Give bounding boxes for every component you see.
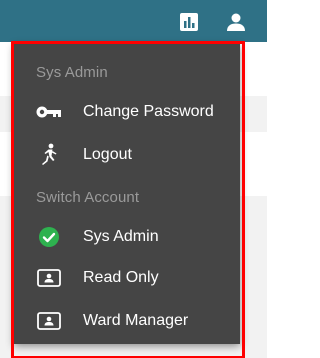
menu-item-label: Ward Manager xyxy=(83,312,189,329)
check-circle-icon xyxy=(36,225,62,249)
menu-item-change-password[interactable]: Change Password xyxy=(14,92,240,132)
page: Sys Admin Change Password Logout Switch … xyxy=(0,0,267,358)
section-label-sys-admin: Sys Admin xyxy=(36,64,108,81)
menu-item-sys-admin[interactable]: Sys Admin xyxy=(14,217,240,257)
menu-item-read-only[interactable]: Read Only xyxy=(14,258,240,298)
menu-item-label: Change Password xyxy=(83,103,214,120)
menu-item-label: Read Only xyxy=(83,269,159,286)
key-icon xyxy=(36,100,62,124)
account-menu: Sys Admin Change Password Logout Switch … xyxy=(14,44,240,344)
menu-item-logout[interactable]: Logout xyxy=(14,135,240,175)
menu-item-label: Logout xyxy=(83,146,132,163)
id-card-icon xyxy=(36,309,62,333)
section-label-switch-account: Switch Account xyxy=(36,189,140,206)
running-person-icon xyxy=(36,143,62,167)
top-app-bar xyxy=(0,0,267,42)
user-icon[interactable] xyxy=(226,12,246,32)
id-card-icon xyxy=(36,266,62,290)
menu-item-ward-manager[interactable]: Ward Manager xyxy=(14,301,240,341)
bar-chart-icon[interactable] xyxy=(179,12,199,32)
menu-item-label: Sys Admin xyxy=(83,228,159,245)
